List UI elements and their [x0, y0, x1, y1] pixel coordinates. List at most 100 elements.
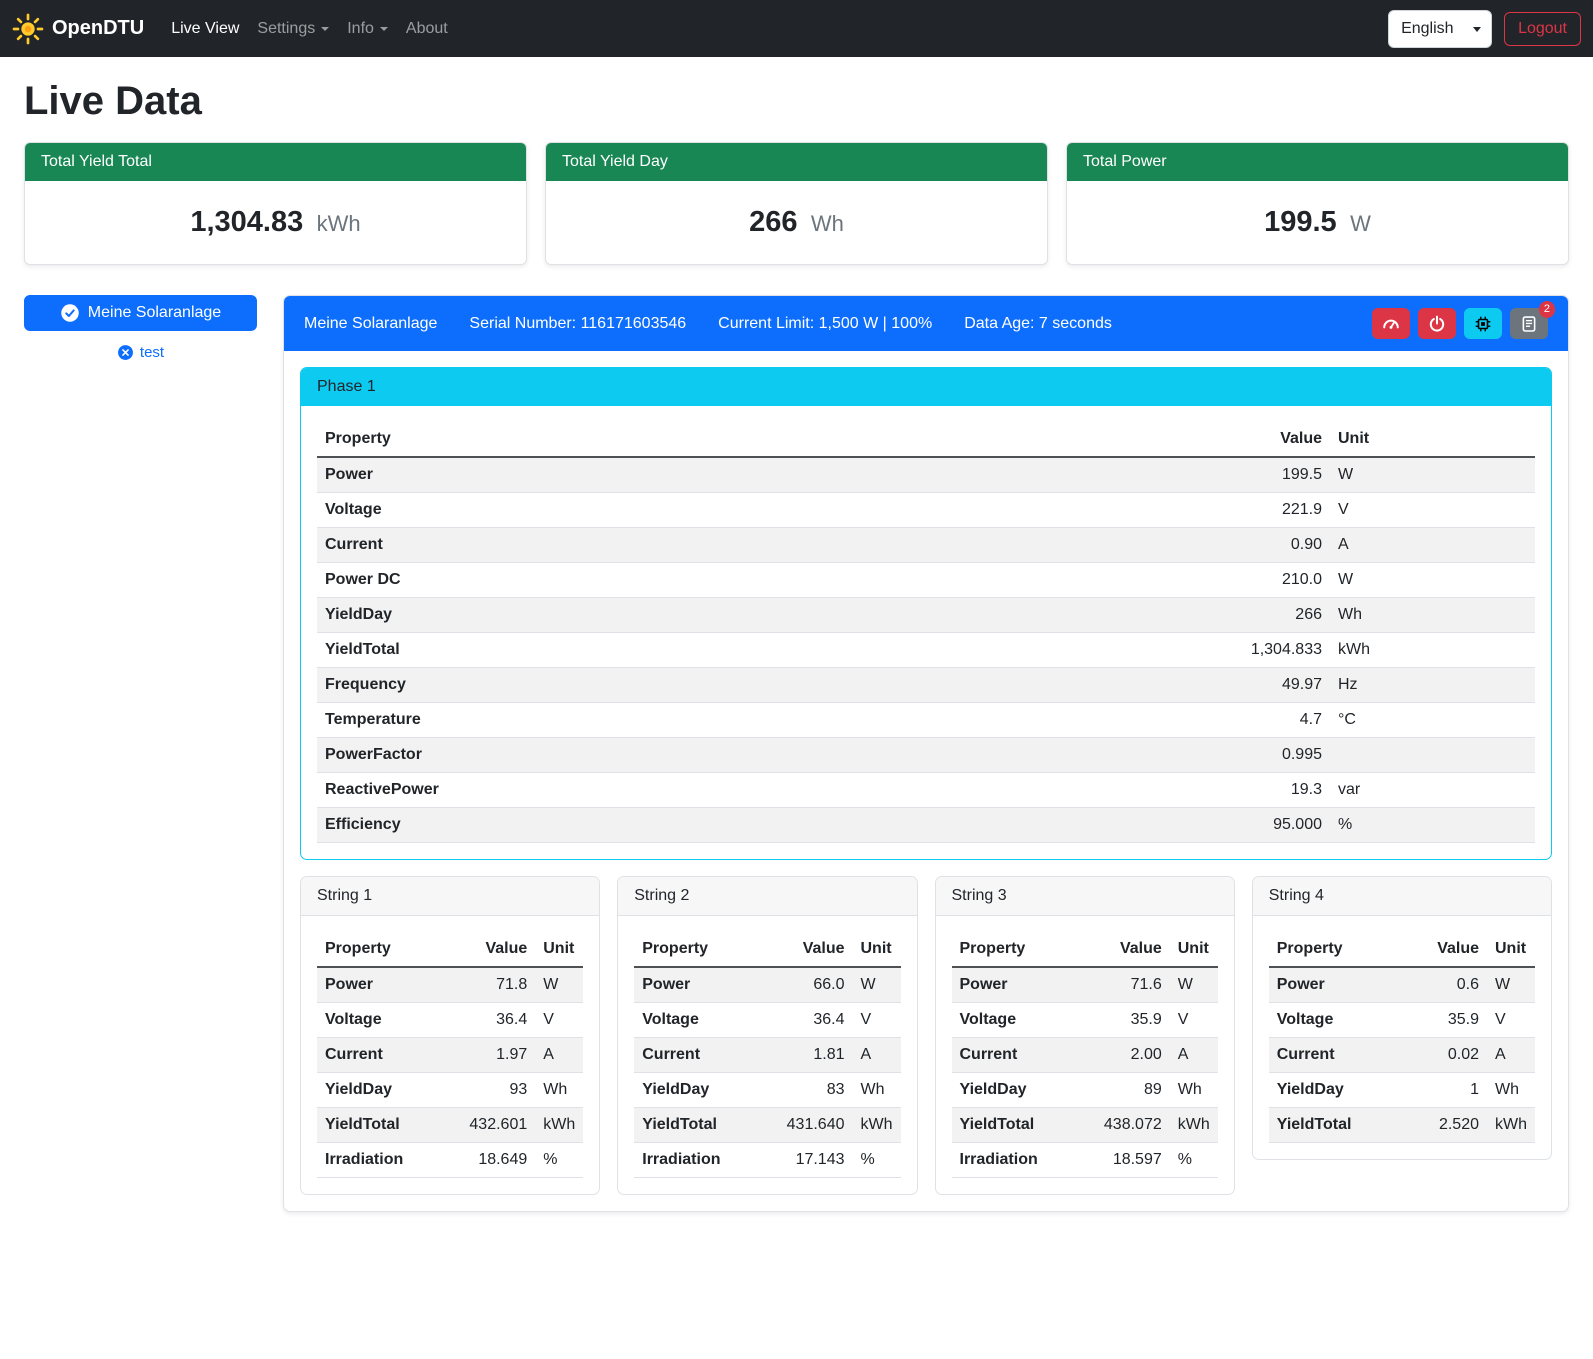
property-cell: Irradiation	[317, 1143, 439, 1178]
unit-cell: var	[1330, 773, 1535, 808]
value-cell: 1.97	[439, 1038, 535, 1073]
table-header-row: Property Value Unit	[317, 932, 583, 967]
value-cell: 19.3	[923, 773, 1330, 808]
string-4-card: String 4 Property Value Unit	[1252, 876, 1552, 1160]
table-row: YieldDay83Wh	[634, 1073, 900, 1108]
property-cell: Voltage	[952, 1003, 1074, 1038]
value-header: Value	[923, 422, 1330, 457]
inverter-panel-body: Phase 1 Property Value Unit Power199.5WV…	[284, 351, 1568, 1211]
card-body: 266 Wh	[546, 181, 1047, 264]
table-row: YieldDay266Wh	[317, 598, 1535, 633]
property-cell: Power	[317, 457, 923, 493]
nav-info[interactable]: Info	[338, 12, 397, 46]
power-settings-button[interactable]	[1418, 308, 1456, 339]
unit-header: Unit	[1487, 932, 1535, 967]
main-content: Live Data Total Yield Total 1,304.83 kWh…	[0, 79, 1593, 1236]
value-cell: 2.520	[1402, 1108, 1487, 1143]
unit-cell: W	[1330, 563, 1535, 598]
value-header: Value	[757, 932, 853, 967]
value-cell: 18.649	[439, 1143, 535, 1178]
string-table: Property Value Unit Power71.8WVoltage36.…	[317, 932, 583, 1178]
sidebar-item-test[interactable]: test	[24, 344, 257, 361]
property-cell: YieldTotal	[317, 1108, 439, 1143]
table-row: Irradiation18.597%	[952, 1143, 1218, 1178]
table-row: Efficiency95.000%	[317, 808, 1535, 843]
strings-row: String 1 Property Value Unit	[300, 876, 1552, 1195]
unit-cell: °C	[1330, 703, 1535, 738]
table-row: YieldTotal1,304.833kWh	[317, 633, 1535, 668]
device-info-button[interactable]	[1464, 308, 1502, 339]
table-row: Irradiation18.649%	[317, 1143, 583, 1178]
unit-cell: kWh	[535, 1108, 583, 1143]
language-select[interactable]: English	[1388, 10, 1492, 48]
property-cell: YieldDay	[952, 1073, 1074, 1108]
phase-table: Property Value Unit Power199.5WVoltage22…	[317, 422, 1535, 843]
value-cell: 432.601	[439, 1108, 535, 1143]
table-row: ReactivePower19.3var	[317, 773, 1535, 808]
table-row: Current0.02A	[1269, 1038, 1535, 1073]
string-title: String 4	[1253, 877, 1551, 916]
table-row: Power199.5W	[317, 457, 1535, 493]
language-select-wrap: English	[1388, 10, 1492, 48]
phase-card: Phase 1 Property Value Unit Power199.5WV…	[300, 367, 1552, 860]
string-table: Property Value Unit Power71.6WVoltage35.…	[952, 932, 1218, 1178]
table-row: Voltage221.9V	[317, 493, 1535, 528]
value-cell: 266	[923, 598, 1330, 633]
current-limit: Current Limit: 1,500 W | 100%	[718, 315, 932, 333]
table-row: Voltage36.4V	[317, 1003, 583, 1038]
value-cell: 431.640	[757, 1108, 853, 1143]
inverter-select-button[interactable]: Meine Solaranlage	[24, 295, 257, 331]
string-title: String 2	[618, 877, 916, 916]
table-row: Voltage35.9V	[952, 1003, 1218, 1038]
property-cell: Efficiency	[317, 808, 923, 843]
value-cell: 1	[1402, 1073, 1487, 1108]
value-cell: 0.90	[923, 528, 1330, 563]
property-cell: Voltage	[317, 493, 923, 528]
card-title: Total Yield Total	[25, 143, 526, 181]
value-header: Value	[1402, 932, 1487, 967]
nav-settings[interactable]: Settings	[248, 12, 338, 46]
nav-about[interactable]: About	[397, 12, 457, 46]
unit-cell: V	[1330, 493, 1535, 528]
panel-actions: 2	[1372, 308, 1548, 339]
property-cell: Voltage	[1269, 1003, 1402, 1038]
value-header: Value	[439, 932, 535, 967]
unit-header: Unit	[1170, 932, 1218, 967]
unit-cell: %	[1170, 1143, 1218, 1178]
table-row: Power DC210.0W	[317, 563, 1535, 598]
inverter-panel: Meine Solaranlage Serial Number: 1161716…	[283, 295, 1569, 1212]
table-row: Power71.6W	[952, 967, 1218, 1003]
value-cell: 0.6	[1402, 967, 1487, 1003]
unit-cell: Wh	[1487, 1073, 1535, 1108]
nav-live-view[interactable]: Live View	[162, 12, 248, 46]
data-age: Data Age: 7 seconds	[964, 315, 1112, 333]
navbar: OpenDTU Live View Settings Info About En…	[0, 0, 1593, 57]
table-header-row: Property Value Unit	[1269, 932, 1535, 967]
event-log-button[interactable]: 2	[1510, 308, 1548, 339]
unit-cell: kWh	[1487, 1108, 1535, 1143]
value-cell: 438.072	[1074, 1108, 1170, 1143]
inverter-select-label: Meine Solaranlage	[88, 304, 221, 322]
value-cell: 4.7	[923, 703, 1330, 738]
unit-cell: %	[535, 1143, 583, 1178]
logout-button[interactable]: Logout	[1504, 12, 1581, 46]
value-cell: 35.9	[1402, 1003, 1487, 1038]
total-power-card: Total Power 199.5 W	[1066, 142, 1569, 265]
unit-cell: W	[1170, 967, 1218, 1003]
nav-info-label: Info	[347, 20, 374, 38]
table-row: YieldDay89Wh	[952, 1073, 1218, 1108]
sun-logo-icon	[12, 13, 44, 45]
property-cell: PowerFactor	[317, 738, 923, 773]
unit-cell: Wh	[535, 1073, 583, 1108]
value-cell: 18.597	[1074, 1143, 1170, 1178]
value-header: Value	[1074, 932, 1170, 967]
unit-cell: %	[1330, 808, 1535, 843]
card-value: 266	[749, 206, 797, 238]
brand[interactable]: OpenDTU	[12, 13, 144, 45]
value-cell: 95.000	[923, 808, 1330, 843]
property-cell: Voltage	[317, 1003, 439, 1038]
limit-settings-button[interactable]	[1372, 308, 1410, 339]
power-icon	[1428, 315, 1446, 333]
table-header-row: Property Value Unit	[634, 932, 900, 967]
unit-cell: kWh	[1170, 1108, 1218, 1143]
